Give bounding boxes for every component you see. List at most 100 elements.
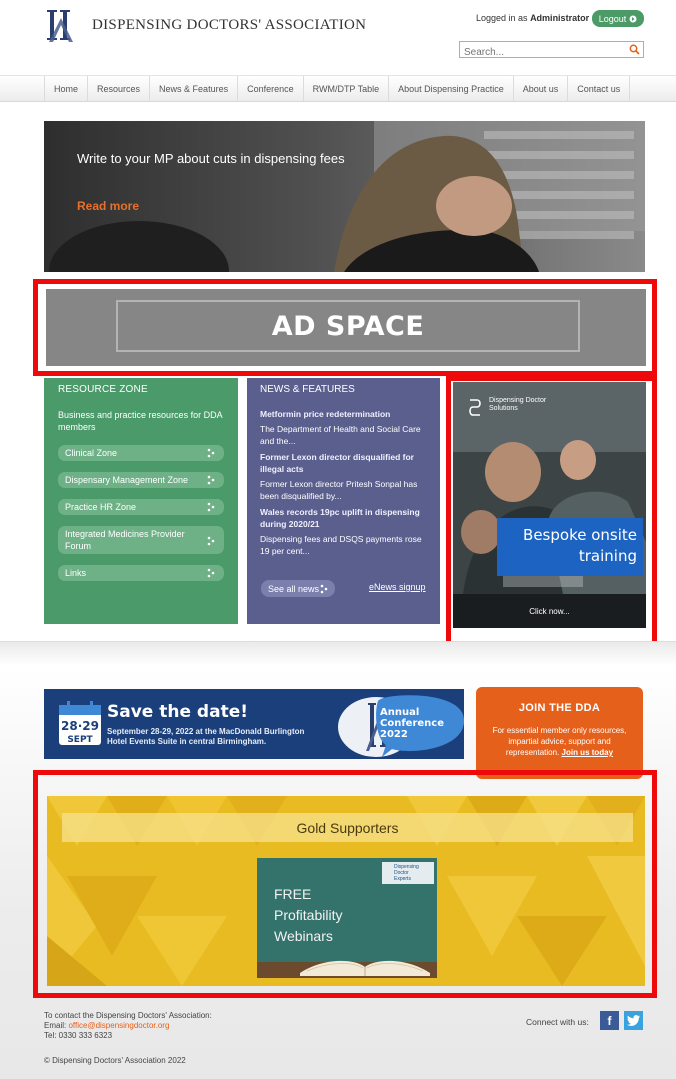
nav-item-home[interactable]: Home — [44, 76, 89, 102]
search-input[interactable] — [460, 45, 620, 60]
nav-item-about-us[interactable]: About us — [514, 76, 569, 102]
news-item-summary: Former Lexon director Pritesh Sonpal has… — [260, 479, 418, 501]
chevron-right-icon — [207, 448, 215, 458]
conference-label-line: Conference — [380, 718, 445, 729]
webinar-text-line: Profitability — [274, 907, 343, 923]
resource-link-label: Links — [65, 568, 87, 578]
ad-space[interactable]: AD SPACE — [46, 289, 646, 366]
logout-button[interactable]: Logout — [592, 10, 644, 27]
search-box[interactable] — [459, 41, 644, 60]
footer-email-label: Email: — [44, 1021, 67, 1030]
join-us-today-link[interactable]: Join us today — [562, 748, 614, 757]
gold-supporters-highlight: Gold Supporters FREE Profitability Webin… — [33, 770, 657, 998]
ad-space-frame: AD SPACE — [116, 300, 580, 352]
dde-badge: Dispensing Doctor Experts — [382, 862, 434, 884]
join-description: For essential member only resources, imp… — [485, 725, 635, 758]
main-nav: Home Resources News & Features Conferenc… — [0, 75, 676, 102]
footer-email-line: Email: office@dispensingdoctor.org — [44, 1021, 212, 1031]
logged-in-status: Logged in as Administrator — [476, 13, 589, 23]
see-all-news-button[interactable]: See all news — [261, 580, 335, 597]
join-title: JOIN THE DDA — [518, 702, 601, 714]
resource-link-label: Clinical Zone — [65, 448, 118, 458]
sidebar-ad[interactable]: Dispensing Doctor Solutions Bespoke onsi… — [453, 382, 646, 628]
footer-email-link[interactable]: office@dispensingdoctor.org — [68, 1021, 169, 1030]
save-the-date-banner[interactable]: 28·29 SEPT Save the date! September 28-2… — [44, 689, 464, 759]
sidebar-ad-brand: Dispensing Doctor Solutions — [489, 397, 546, 413]
chevron-right-icon — [207, 502, 215, 512]
conference-label-line: 2022 — [380, 729, 408, 740]
sidebar-ad-brand-line: Solutions — [489, 405, 518, 412]
calendar-days: 28·29 — [61, 719, 99, 733]
resource-link-integrated-medicines-provider-forum[interactable]: Integrated Medicines Provider Forum — [58, 526, 224, 554]
news-item: Former Lexon director disqualified for i… — [260, 451, 432, 502]
connect-label: Connect with us: — [526, 1017, 589, 1027]
webinar-text-line: FREE — [274, 886, 312, 902]
dda-logo[interactable] — [44, 8, 78, 44]
save-the-date-title: Save the date! — [107, 702, 248, 722]
news-item-summary: Dispensing fees and DSQS payments rose 1… — [260, 534, 422, 556]
nav-item-contact-us[interactable]: Contact us — [568, 76, 631, 102]
chevron-right-icon — [320, 584, 328, 594]
gold-supporters-panel: Gold Supporters FREE Profitability Webin… — [47, 796, 645, 986]
join-the-dda-panel[interactable]: JOIN THE DDA For essential member only r… — [476, 687, 643, 779]
sidebar-ad-headline-line: Bespoke onsite — [523, 526, 637, 544]
hero-title[interactable]: Write to your MP about cuts in dispensin… — [77, 152, 347, 166]
section-divider — [0, 641, 676, 666]
hero-banner[interactable]: Write to your MP about cuts in dispensin… — [44, 121, 645, 272]
resource-link-links[interactable]: Links — [58, 565, 224, 581]
see-all-news-label: See all news — [268, 583, 320, 594]
resource-link-label: Dispensary Management Zone — [65, 475, 189, 485]
gold-supporters-title: Gold Supporters — [62, 813, 633, 842]
read-more-link[interactable]: Read more — [77, 199, 139, 213]
dds-logo-icon — [469, 399, 481, 416]
chevron-right-icon — [207, 536, 215, 546]
logout-label: Logout — [598, 13, 627, 24]
resource-link-dispensary-management-zone[interactable]: Dispensary Management Zone — [58, 472, 224, 488]
sidebar-ad-brand-line: Dispensing Doctor — [489, 397, 547, 404]
resource-zone-title: Resource Zone — [58, 384, 148, 395]
footer-contact: To contact the Dispensing Doctors' Assoc… — [44, 1011, 212, 1041]
sidebar-ad-highlight: Dispensing Doctor Solutions Bespoke onsi… — [446, 376, 657, 650]
webinar-text-line: Webinars — [274, 928, 333, 944]
news-item-title[interactable]: Metformin price redetermination — [260, 408, 432, 420]
resource-link-label: Integrated Medicines Provider Forum — [65, 529, 185, 551]
news-item-summary: The Department of Health and Social Care… — [260, 424, 421, 446]
search-icon[interactable] — [629, 44, 640, 55]
chevron-right-icon — [207, 475, 215, 485]
resource-link-label: Practice HR Zone — [65, 502, 137, 512]
logged-in-user: Administrator — [530, 13, 590, 23]
calendar-month: SEPT — [67, 735, 93, 745]
footer-copyright: © Dispensing Doctors' Association 2022 — [44, 1056, 186, 1065]
sidebar-ad-headline: Bespoke onsite training — [497, 518, 643, 576]
nav-item-rwm-dtp-table[interactable]: RWM/DTP Table — [304, 76, 390, 102]
webinar-text: FREE Profitability Webinars — [274, 884, 394, 947]
nav-item-conference[interactable]: Conference — [238, 76, 304, 102]
news-item-title[interactable]: Former Lexon director disqualified for i… — [260, 451, 432, 475]
news-list: Metformin price redetermination The Depa… — [260, 408, 432, 561]
ad-space-label: AD SPACE — [271, 310, 425, 342]
nav-item-resources[interactable]: Resources — [88, 76, 151, 102]
enews-signup-link[interactable]: eNews signup — [369, 582, 426, 592]
nav-item-about-dispensing-practice[interactable]: About Dispensing Practice — [389, 76, 514, 102]
logout-icon — [629, 15, 637, 22]
news-item: Metformin price redetermination The Depa… — [260, 408, 432, 447]
news-item: Wales records 19pc uplift in dispensing … — [260, 506, 432, 557]
dde-badge-line: Experts — [394, 876, 411, 882]
calendar-icon: 28·29 SEPT — [59, 701, 101, 745]
resource-link-practice-hr-zone[interactable]: Practice HR Zone — [58, 499, 224, 515]
org-name: DISPENSING DOCTORS' ASSOCIATION — [92, 17, 367, 33]
sidebar-ad-cta[interactable]: Click now... — [453, 594, 646, 628]
footer-contact-line: To contact the Dispensing Doctors' Assoc… — [44, 1011, 212, 1020]
resource-link-clinical-zone[interactable]: Clinical Zone — [58, 445, 224, 461]
facebook-icon[interactable]: f — [600, 1011, 619, 1030]
news-features-title: News & Features — [260, 384, 355, 395]
open-book-icon — [300, 960, 430, 976]
news-item-title[interactable]: Wales records 19pc uplift in dispensing … — [260, 506, 432, 530]
resource-zone-panel: Resource Zone Business and practice reso… — [44, 378, 238, 624]
resource-zone-description: Business and practice resources for DDA … — [58, 410, 223, 432]
conference-label: Annual Conference 2022 — [380, 707, 444, 740]
twitter-icon[interactable] — [624, 1011, 643, 1030]
nav-item-news-features[interactable]: News & Features — [150, 76, 239, 102]
save-the-date-description: September 28-29, 2022 at the MacDonald B… — [107, 727, 305, 746]
profitability-webinars-ad[interactable]: FREE Profitability Webinars Dispensing D… — [257, 858, 437, 978]
